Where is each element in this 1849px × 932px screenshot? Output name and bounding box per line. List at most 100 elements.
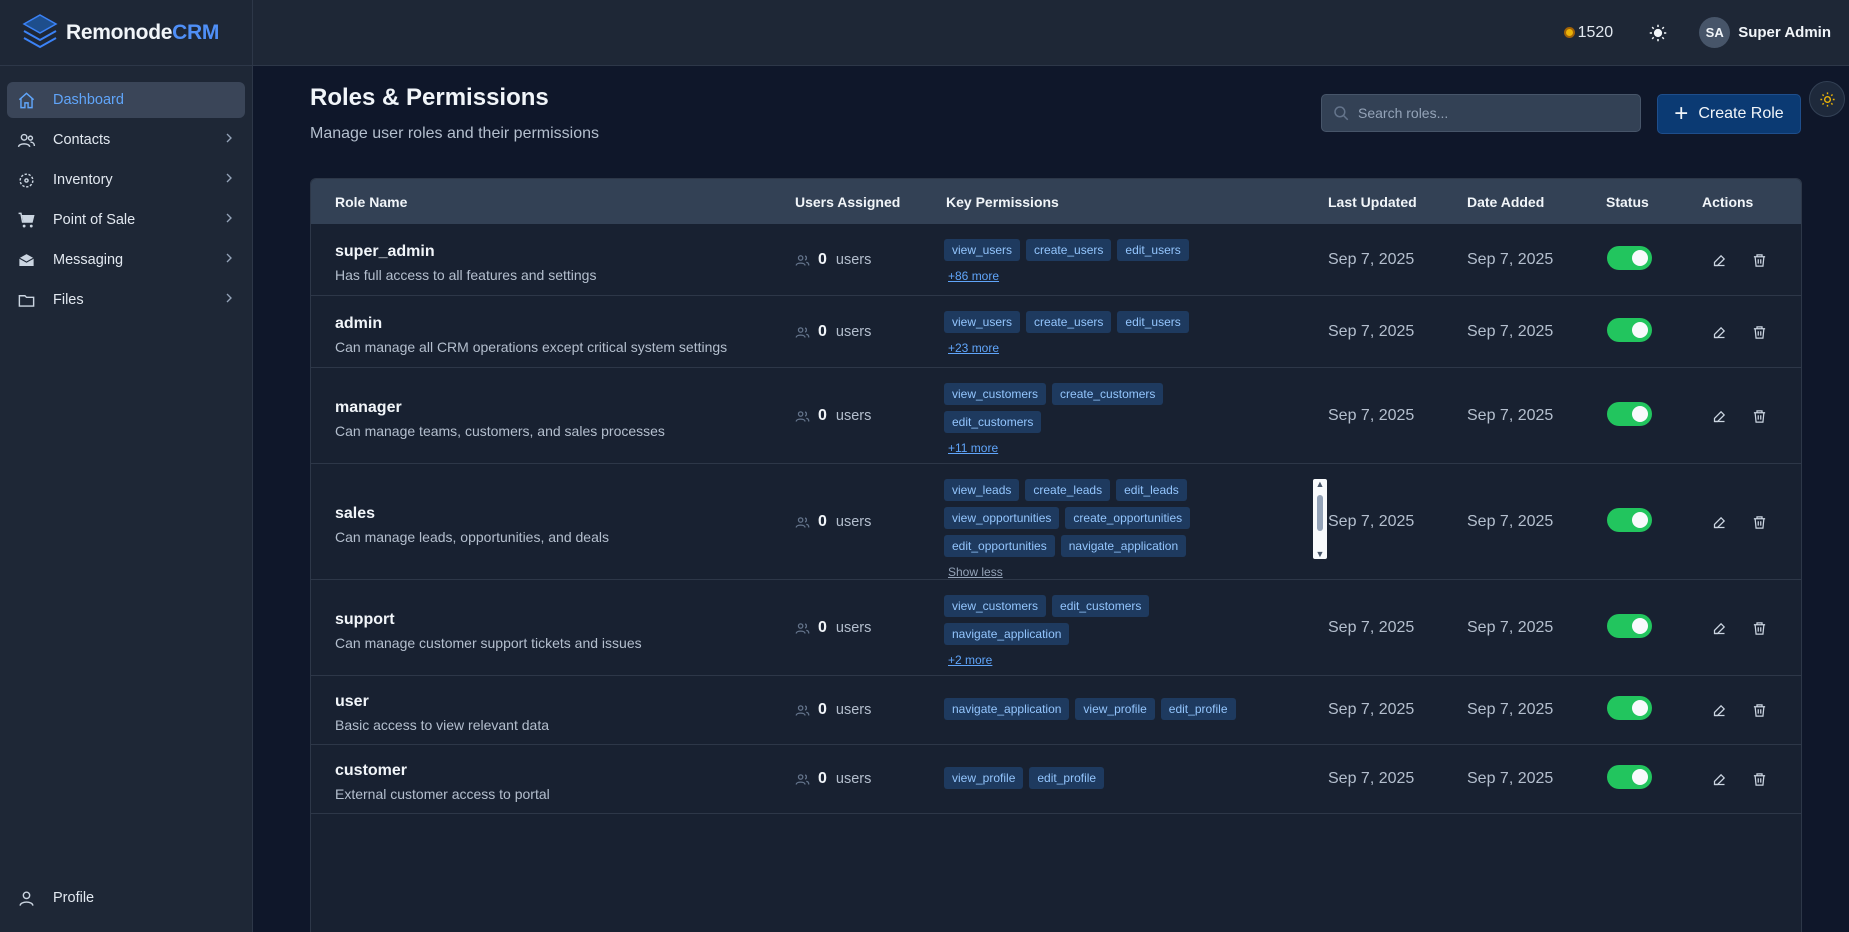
- main-content: Roles & Permissions Manage user roles an…: [253, 66, 1849, 932]
- permission-tag: view_profile: [1075, 698, 1155, 720]
- permission-tag: create_users: [1026, 239, 1112, 261]
- search-box[interactable]: [1321, 94, 1641, 132]
- chevron-right-icon: [221, 250, 239, 270]
- users-icon: [15, 129, 37, 151]
- permission-tag: create_customers: [1052, 383, 1164, 405]
- permissions-list: view_leads create_leads edit_leads view_opp…: [944, 479, 1196, 581]
- delete-icon[interactable]: [1750, 323, 1768, 341]
- table-row: super_admin Has full access to all featur…: [311, 224, 1801, 296]
- sidebar-item-point-of-sale[interactable]: Point of Sale: [7, 202, 245, 238]
- role-description: Has full access to all features and sett…: [335, 267, 597, 283]
- edit-icon[interactable]: [1710, 513, 1728, 531]
- sidebar-item-profile[interactable]: Profile: [7, 880, 245, 916]
- permissions-list: view_users create_users edit_users +86 more: [944, 239, 1195, 285]
- coin-balance[interactable]: 1520: [1563, 23, 1614, 42]
- sidebar-item-messaging[interactable]: Messaging: [7, 242, 245, 278]
- toggle-knob: [1632, 700, 1648, 716]
- create-role-label: Create Role: [1698, 105, 1784, 122]
- date-added: Sep 7, 2025: [1467, 513, 1554, 530]
- sidebar-item-dashboard[interactable]: Dashboard: [7, 82, 245, 118]
- floating-theme-button[interactable]: [1809, 81, 1845, 117]
- chevron-right-icon: [221, 290, 239, 310]
- header-actions: Actions: [1702, 193, 1754, 210]
- table-row: support Can manage customer support ticke…: [311, 580, 1801, 676]
- show-more-link[interactable]: +11 more: [948, 441, 998, 455]
- delete-icon[interactable]: [1750, 619, 1768, 637]
- last-updated: Sep 7, 2025: [1328, 701, 1415, 718]
- show-less-link[interactable]: Show less: [948, 565, 1003, 579]
- user-count: 0: [818, 513, 827, 530]
- user-icon: [15, 887, 37, 909]
- delete-icon[interactable]: [1750, 770, 1768, 788]
- permission-tag: view_users: [944, 239, 1021, 261]
- show-more-link[interactable]: +23 more: [948, 341, 999, 355]
- users-label: users: [835, 620, 872, 636]
- show-more-link[interactable]: +2 more: [948, 653, 992, 667]
- status-toggle[interactable]: [1607, 318, 1652, 342]
- date-added: Sep 7, 2025: [1467, 407, 1554, 424]
- create-role-button[interactable]: + Create Role: [1657, 94, 1801, 134]
- show-more-link[interactable]: +86 more: [948, 269, 999, 283]
- permissions-list: view_customers edit_customers navigate_app…: [944, 595, 1155, 669]
- top-bar: 1520 SA Super Admin: [253, 0, 1849, 66]
- edit-icon[interactable]: [1710, 323, 1728, 341]
- status-toggle[interactable]: [1607, 246, 1652, 270]
- status-toggle[interactable]: [1607, 614, 1652, 638]
- toggle-knob: [1632, 250, 1648, 266]
- permission-tag: view_customers: [944, 595, 1047, 617]
- sidebar-item-inventory[interactable]: Inventory: [7, 162, 245, 198]
- role-description: Basic access to view relevant data: [335, 717, 549, 733]
- page-subtitle: Manage user roles and their permissions: [310, 125, 600, 142]
- sidebar-item-label: Dashboard: [53, 92, 124, 108]
- header-status: Status: [1606, 193, 1649, 210]
- role-name: sales: [335, 505, 376, 522]
- delete-icon[interactable]: [1750, 701, 1768, 719]
- status-toggle[interactable]: [1607, 402, 1652, 426]
- coin-count: 1520: [1577, 23, 1614, 41]
- brand[interactable]: RemonodeCRM: [0, 0, 252, 66]
- edit-icon[interactable]: [1710, 407, 1728, 425]
- users-label: users: [835, 252, 872, 268]
- status-toggle[interactable]: [1607, 765, 1652, 789]
- role-description: Can manage all CRM operations except cri…: [335, 339, 728, 355]
- edit-icon[interactable]: [1710, 770, 1728, 788]
- permission-tag: edit_leads: [1116, 479, 1187, 501]
- user-menu[interactable]: SA Super Admin: [1699, 17, 1831, 48]
- search-input[interactable]: [1358, 105, 1640, 121]
- delete-icon[interactable]: [1750, 513, 1768, 531]
- role-name: super_admin: [335, 243, 435, 260]
- permission-tag: view_profile: [944, 767, 1024, 789]
- users-label: users: [835, 408, 872, 424]
- date-added: Sep 7, 2025: [1467, 701, 1554, 718]
- coin-icon: [1563, 27, 1575, 38]
- users-label: users: [835, 702, 872, 718]
- sidebar-item-files[interactable]: Files: [7, 282, 245, 318]
- scroll-down-icon[interactable]: ▼: [1313, 549, 1327, 559]
- users-icon: [795, 621, 818, 636]
- inbox-icon: [15, 249, 37, 271]
- delete-icon[interactable]: [1750, 407, 1768, 425]
- theme-toggle-button[interactable]: [1647, 22, 1669, 44]
- users-assigned: 0 users: [795, 407, 871, 425]
- scroll-thumb[interactable]: [1317, 495, 1323, 531]
- edit-icon[interactable]: [1710, 619, 1728, 637]
- permission-tag: view_leads: [944, 479, 1020, 501]
- date-added: Sep 7, 2025: [1467, 619, 1554, 636]
- status-toggle[interactable]: [1607, 508, 1652, 532]
- permissions-scrollbar[interactable]: ▲ ▼: [1313, 479, 1327, 559]
- page-title: Roles & Permissions: [310, 84, 549, 111]
- role-name: user: [335, 693, 369, 710]
- edit-icon[interactable]: [1710, 701, 1728, 719]
- edit-icon[interactable]: [1710, 251, 1728, 269]
- permission-tag: navigate_application: [944, 698, 1070, 720]
- permission-tag: edit_customers: [1052, 595, 1150, 617]
- scroll-up-icon[interactable]: ▲: [1313, 479, 1327, 489]
- user-count: 0: [818, 770, 827, 787]
- permission-tag: edit_customers: [944, 411, 1042, 433]
- status-toggle[interactable]: [1607, 696, 1652, 720]
- sidebar-item-label: Files: [53, 292, 84, 308]
- sidebar-item-contacts[interactable]: Contacts: [7, 122, 245, 158]
- user-count: 0: [818, 701, 827, 718]
- sidebar-item-label: Point of Sale: [53, 212, 136, 228]
- delete-icon[interactable]: [1750, 251, 1768, 269]
